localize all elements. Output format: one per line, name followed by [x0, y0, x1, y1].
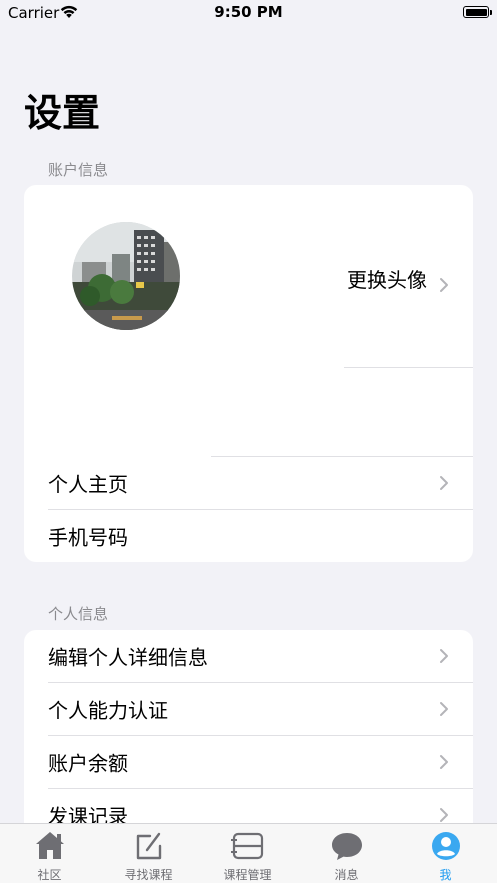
row-phone-number[interactable]: 手机号码: [24, 510, 473, 562]
chevron-right-icon: [440, 278, 448, 292]
clock: 9:50 PM: [214, 3, 283, 21]
chat-bubble-icon: [331, 833, 362, 860]
tab-find-course[interactable]: 寻找课程: [99, 824, 198, 883]
row-edit-details[interactable]: 编辑个人详细信息: [24, 630, 473, 682]
tab-label: 消息: [334, 868, 359, 882]
section-header-personal: 个人信息: [48, 605, 109, 623]
tab-community[interactable]: 社区: [0, 824, 99, 883]
chevron-right-icon: [440, 649, 448, 663]
row-account-balance[interactable]: 账户余额: [24, 736, 473, 788]
account-card: 更换头像 个人主页 手机号码: [24, 185, 473, 562]
tab-label: 寻找课程: [124, 868, 173, 882]
row-label: 手机号码: [48, 525, 128, 550]
edit-icon: [136, 832, 161, 860]
tab-bar: 社区 寻找课程 课程管理 消息 我: [0, 823, 497, 883]
page-title: 设置: [24, 91, 101, 135]
avatar-image: [72, 222, 180, 330]
tab-course-management[interactable]: 课程管理: [198, 824, 297, 883]
section-header-account: 账户信息: [48, 161, 109, 179]
row-label: 编辑个人详细信息: [48, 645, 208, 670]
row-label: 个人能力认证: [48, 698, 168, 723]
tab-messages[interactable]: 消息: [297, 824, 396, 883]
list-icon: [230, 832, 263, 860]
chevron-right-icon: [440, 702, 448, 716]
chevron-right-icon: [440, 755, 448, 769]
divider: [344, 367, 473, 368]
change-avatar-label[interactable]: 更换头像: [347, 264, 427, 293]
row-label: 个人主页: [48, 472, 128, 497]
row-personal-homepage[interactable]: 个人主页: [24, 457, 473, 509]
chevron-right-icon: [440, 476, 448, 490]
chevron-right-icon: [440, 808, 448, 822]
settings-screen: Carrier 9:50 PM 设置 账户信息 更换头像 个人主页 手机号码 个…: [0, 0, 497, 883]
tab-me[interactable]: 我: [396, 824, 495, 883]
home-icon: [35, 832, 64, 859]
avatar[interactable]: [72, 222, 180, 330]
row-ability-certification[interactable]: 个人能力认证: [24, 683, 473, 735]
person-icon: [431, 832, 460, 860]
status-bar: Carrier 9:50 PM: [0, 0, 497, 26]
tab-label: 课程管理: [223, 868, 272, 882]
tab-label: 社区: [37, 868, 62, 882]
row-label: 账户余额: [48, 751, 128, 776]
tab-label: 我: [439, 868, 452, 882]
battery-icon: [463, 6, 492, 18]
